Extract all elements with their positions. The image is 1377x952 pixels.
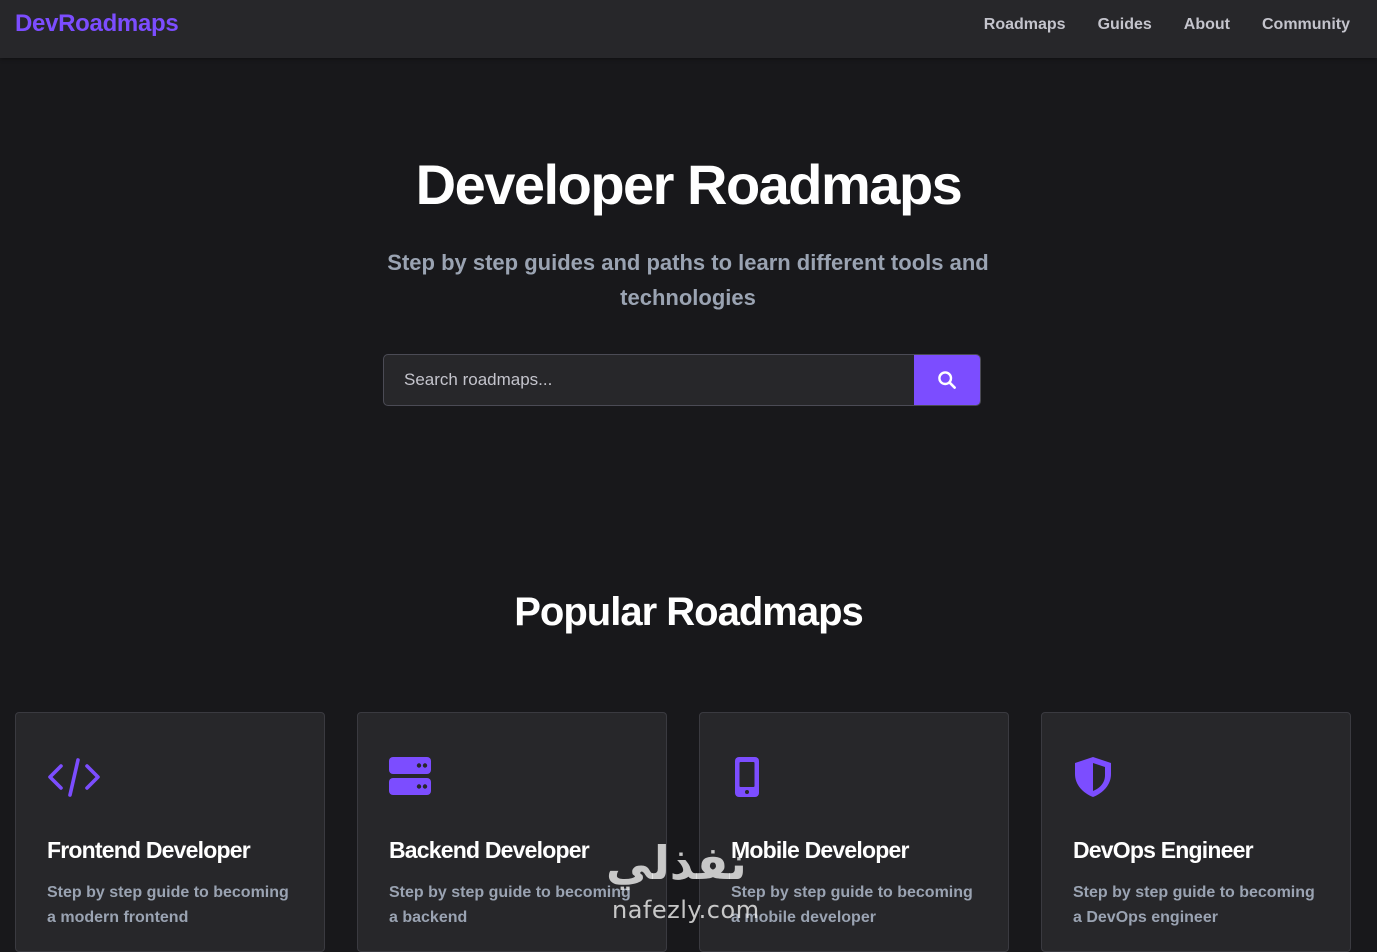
roadmap-card-devops[interactable]: DevOps Engineer Step by step guide to be… — [1041, 712, 1351, 952]
search-input[interactable] — [384, 355, 916, 405]
server-icon — [389, 757, 431, 795]
mobile-icon — [735, 757, 759, 797]
card-title: Frontend Developer — [47, 837, 251, 863]
nav-link-roadmaps[interactable]: Roadmaps — [984, 16, 1066, 34]
top-navbar: DevRoadmaps Roadmaps Guides About Commun… — [0, 0, 1377, 58]
popular-roadmaps-heading: Popular Roadmaps — [514, 590, 864, 634]
card-title: DevOps Engineer — [1073, 837, 1254, 863]
nav-links: Roadmaps Guides About Community — [984, 16, 1350, 34]
nav-link-community[interactable]: Community — [1262, 16, 1350, 34]
search-icon — [938, 371, 956, 389]
nav-link-guides[interactable]: Guides — [1098, 16, 1152, 34]
hero-subtitle: Step by step guides and paths to learn d… — [387, 250, 989, 310]
card-title: Mobile Developer — [731, 837, 909, 863]
roadmap-card-backend[interactable]: Backend Developer Step by step guide to … — [357, 712, 667, 952]
card-description: Step by step guide to becoming a modern … — [47, 884, 289, 926]
search-bar — [383, 354, 981, 406]
card-description: Step by step guide to becoming a backend — [389, 884, 631, 926]
card-description: Step by step guide to becoming a DevOps … — [1073, 884, 1315, 926]
card-title: Backend Developer — [389, 837, 590, 863]
card-description: Step by step guide to becoming a mobile … — [731, 884, 973, 926]
roadmap-card-mobile[interactable]: Mobile Developer Step by step guide to b… — [699, 712, 1009, 952]
nav-link-about[interactable]: About — [1184, 16, 1230, 34]
search-button[interactable] — [914, 355, 980, 405]
brand-logo-link[interactable]: DevRoadmaps — [15, 10, 179, 38]
shield-icon — [1075, 757, 1111, 797]
hero-title: Developer Roadmaps — [415, 153, 963, 216]
roadmap-card-frontend[interactable]: Frontend Developer Step by step guide to… — [15, 712, 325, 952]
code-icon — [48, 758, 100, 797]
